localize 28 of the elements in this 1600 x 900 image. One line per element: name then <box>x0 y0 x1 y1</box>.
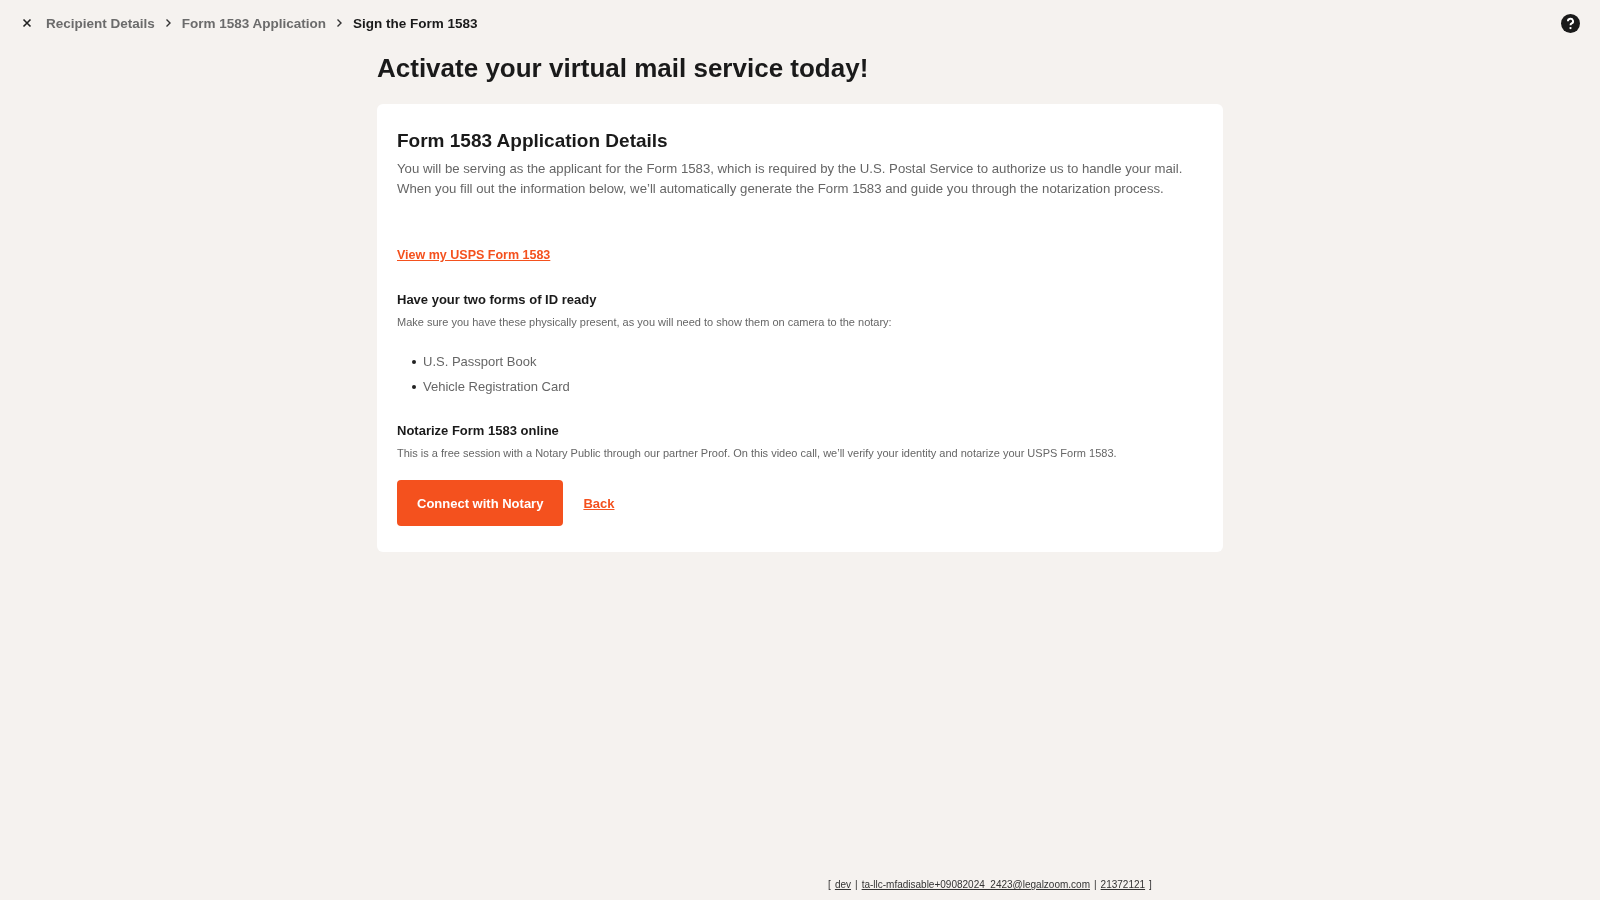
section-heading: Have your two forms of ID ready <box>397 292 598 307</box>
page-title: Activate your virtual mail service today! <box>377 53 870 84</box>
help-icon[interactable] <box>1561 13 1580 33</box>
connect-button[interactable]: Connect with Notary <box>397 480 564 526</box>
bullet-icon <box>412 359 416 364</box>
bullet-icon <box>412 384 416 389</box>
card-title: Form 1583 Application Details <box>397 130 669 152</box>
view-form-link[interactable]: View my USPS Form 1583 <box>397 248 551 262</box>
breadcrumb-link[interactable]: Recipient Details <box>46 15 155 31</box>
separator-text: | <box>855 879 858 890</box>
bracket-text: [ <box>828 879 831 890</box>
close-icon[interactable] <box>22 18 32 28</box>
email-link[interactable]: ta-llc-mfadisable+09082024_2423@legalzoom.com <box>861 879 1090 890</box>
section-heading: Notarize Form 1583 online <box>397 423 560 438</box>
list-item: U.S. Passport Book <box>423 354 537 369</box>
section-note: Make sure you have these physically present, as you will need to show them on camera to the notary: <box>397 316 893 328</box>
intro-text: You will be serving as the applicant for the Form 1583, which is required by the U.S. Postal Service to authorize us to handle your mail. When you fill out the information below, we’ll automatically generate the Form 1583 and guide you through the notarization process. <box>397 160 1184 198</box>
breadcrumb-link[interactable]: Form 1583 Application <box>181 15 327 31</box>
separator-text: | <box>1094 879 1097 890</box>
section-note: This is a free session with a Notary Public through our partner Proof. On this video call, we’ll verify your identity and notarize your USPS Form 1583. <box>397 447 1118 459</box>
breadcrumb-link[interactable]: Sign the Form 1583 <box>353 15 478 31</box>
chevron-right-icon <box>336 18 344 28</box>
env-link[interactable]: dev <box>834 879 851 890</box>
id-link[interactable]: 21372121 <box>1100 879 1146 890</box>
bracket-text: ] <box>1149 879 1152 890</box>
list-item: Vehicle Registration Card <box>423 379 570 394</box>
chevron-right-icon <box>164 18 172 28</box>
back-link[interactable]: Back <box>583 495 615 511</box>
